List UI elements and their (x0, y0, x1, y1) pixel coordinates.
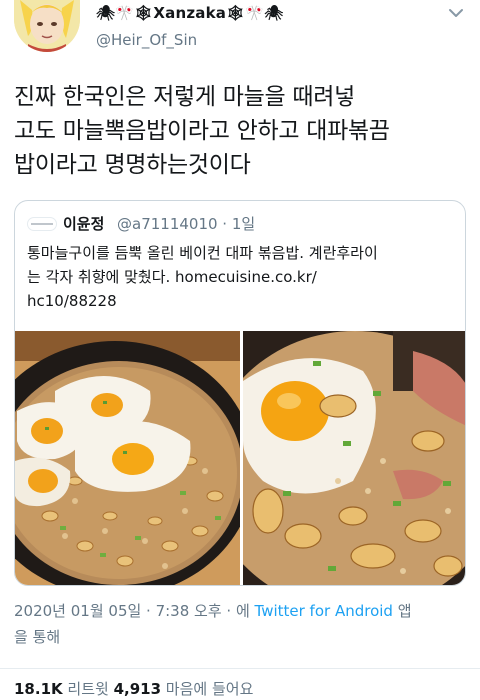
source-suffix: 앱 (392, 602, 412, 620)
display-name[interactable]: 🕷🎌🕸Xanzaka🕸🎌🕷 (96, 4, 283, 22)
tweet-text-line: 고도 마늘뽁음밥이라고 안하고 대파볶끔 (14, 118, 390, 144)
tweet-meta: 2020년 01월 05일 · 7:38 오후 · 에 Twitter for … (14, 598, 470, 650)
tweet-text: 진짜 한국인은 저렇게 마늘을 때려넣 고도 마늘뽁음밥이라고 안하고 대파볶끔… (14, 80, 470, 182)
tweet-text-line: 밥이라고 명명하는것이다 (14, 152, 251, 178)
quoted-avatar (27, 217, 57, 231)
retweet-count[interactable]: 18.1K (14, 680, 63, 698)
tweet-text-line: 진짜 한국인은 저렇게 마늘을 때려넣 (14, 84, 355, 110)
quoted-text-line: 는 각자 취향에 맞췄다. homecuisine.co.kr/ (27, 268, 317, 286)
tweet-stats: 18.1K 리트윗 4,913 마음에 들어요 (14, 678, 253, 699)
quoted-display-name: 이윤정 (63, 215, 105, 233)
quoted-text-line: hc10/88228 (27, 292, 117, 310)
retweet-label[interactable]: 리트윗 (63, 680, 114, 698)
chevron-down-icon[interactable] (447, 4, 465, 22)
tweet-timestamp-line: 2020년 01월 05일 · 7:38 오후 · 에 Twitter for … (14, 598, 470, 624)
source-link[interactable]: Twitter for Android (255, 602, 393, 620)
quoted-handle-time: @a71114010 · 1일 (117, 215, 256, 233)
quoted-tweet[interactable]: 이윤정 @a71114010 · 1일 통마늘구이를 듬뿍 올린 베이컨 대파 … (14, 200, 466, 586)
food-photo-closeup[interactable] (243, 331, 465, 585)
avatar[interactable] (14, 0, 80, 52)
food-photo-pan[interactable] (15, 331, 240, 585)
tweet-header: 🕷🎌🕸Xanzaka🕸🎌🕷 @Heir_Of_Sin (0, 0, 480, 64)
divider (0, 668, 480, 669)
quoted-text: 통마늘구이를 듬뿍 올린 베이컨 대파 볶음밥. 계란후라이 는 각자 취향에 … (27, 241, 457, 313)
user-handle[interactable]: @Heir_Of_Sin (96, 31, 197, 49)
like-label[interactable]: 마음에 들어요 (161, 680, 254, 698)
like-count[interactable]: 4,913 (114, 680, 161, 698)
quoted-text-line: 통마늘구이를 듬뿍 올린 베이컨 대파 볶음밥. 계란후라이 (27, 244, 378, 262)
tweet-timestamp[interactable]: 2020년 01월 05일 · 7:38 오후 · 에 (14, 602, 255, 620)
source-line2: 을 통해 (14, 628, 61, 646)
